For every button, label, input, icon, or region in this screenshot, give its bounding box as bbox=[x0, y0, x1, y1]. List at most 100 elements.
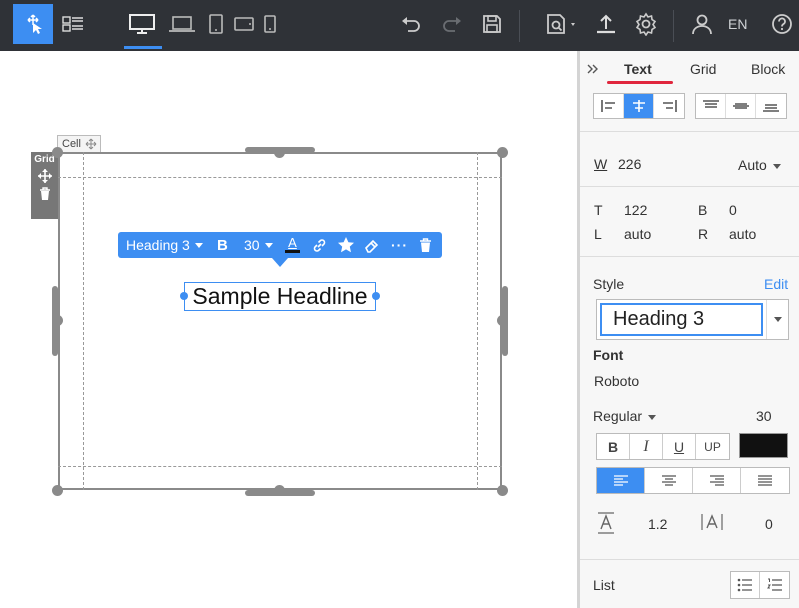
grid-toolbox: Grid bbox=[31, 152, 58, 219]
section-divider bbox=[580, 186, 799, 187]
row-guide bbox=[58, 177, 502, 178]
headline-text-element[interactable]: Sample Headline bbox=[184, 282, 376, 311]
grid-move-button[interactable] bbox=[31, 168, 58, 184]
resize-bar-left[interactable] bbox=[52, 286, 58, 356]
width-input[interactable]: 226 bbox=[618, 156, 641, 172]
text-resize-handle[interactable] bbox=[372, 292, 380, 300]
properties-panel: Text Grid Block W 226 Auto T 122 B 0 L a… bbox=[577, 51, 799, 608]
font-color-button[interactable]: A bbox=[285, 232, 300, 258]
undo-icon bbox=[402, 17, 420, 32]
edit-style-link[interactable]: Edit bbox=[764, 276, 788, 292]
align-bottom-button[interactable] bbox=[756, 94, 786, 118]
width-unit-label: Auto bbox=[738, 157, 767, 173]
tab-grid[interactable]: Grid bbox=[690, 61, 716, 77]
line-height-input[interactable]: 1.2 bbox=[648, 516, 667, 532]
text-align-right-button[interactable] bbox=[693, 468, 741, 493]
collapse-panel-button[interactable] bbox=[586, 62, 600, 80]
left-input[interactable]: auto bbox=[624, 226, 651, 242]
font-weight-dropdown[interactable]: Regular bbox=[593, 408, 657, 424]
redo-icon bbox=[443, 17, 461, 32]
move-icon[interactable] bbox=[85, 138, 97, 150]
text-align-left-button[interactable] bbox=[597, 468, 645, 493]
bullet-list-button[interactable] bbox=[731, 572, 760, 598]
align-center-button[interactable] bbox=[624, 94, 654, 118]
right-input[interactable]: auto bbox=[729, 226, 756, 242]
text-format-toolbar: Heading 3 B 30 A ··· bbox=[118, 232, 442, 258]
align-middle-button[interactable] bbox=[726, 94, 756, 118]
save-button[interactable] bbox=[472, 4, 512, 44]
width-unit-dropdown[interactable]: Auto bbox=[738, 157, 781, 173]
help-button[interactable] bbox=[762, 4, 799, 44]
grid-delete-button[interactable] bbox=[31, 187, 58, 201]
bottom-input[interactable]: 0 bbox=[729, 202, 737, 218]
text-color-swatch[interactable] bbox=[739, 433, 788, 458]
link-button[interactable] bbox=[311, 232, 328, 258]
text-align-center-button[interactable] bbox=[645, 468, 693, 493]
resize-handle[interactable] bbox=[497, 147, 508, 158]
align-top-button[interactable] bbox=[696, 94, 726, 118]
phone-view-button[interactable] bbox=[250, 4, 290, 44]
text-justify-icon bbox=[758, 474, 772, 486]
trash-icon bbox=[420, 237, 431, 252]
top-toolbar: EN bbox=[0, 0, 799, 51]
align-right-button[interactable] bbox=[654, 94, 684, 118]
text-resize-handle[interactable] bbox=[180, 292, 188, 300]
style-select[interactable]: Heading 3 bbox=[596, 299, 789, 340]
grid-frame[interactable] bbox=[58, 152, 502, 490]
star-icon bbox=[338, 237, 354, 253]
laptop-icon bbox=[169, 16, 195, 32]
resize-bar-top[interactable] bbox=[245, 147, 315, 153]
desktop-view-button[interactable] bbox=[122, 4, 162, 44]
settings-button[interactable] bbox=[626, 4, 666, 44]
text-align-left-icon bbox=[613, 474, 628, 486]
underline-toggle[interactable]: U bbox=[663, 434, 696, 459]
publish-button[interactable] bbox=[586, 4, 626, 44]
chevron-down-icon bbox=[194, 242, 203, 248]
style-dropdown[interactable]: Heading 3 bbox=[126, 232, 203, 258]
redo-button[interactable] bbox=[432, 4, 472, 44]
resize-handle[interactable] bbox=[52, 485, 63, 496]
clear-format-button[interactable] bbox=[363, 232, 381, 258]
user-icon bbox=[692, 14, 712, 35]
line-height-icon bbox=[596, 512, 616, 539]
font-size-input[interactable]: 30 bbox=[756, 408, 772, 424]
layers-button[interactable] bbox=[53, 4, 93, 44]
language-selector[interactable]: EN bbox=[728, 16, 747, 32]
text-justify-button[interactable] bbox=[741, 468, 789, 493]
phone-icon bbox=[264, 15, 276, 33]
delete-button[interactable] bbox=[419, 232, 432, 258]
account-button[interactable] bbox=[682, 4, 722, 44]
top-input[interactable]: 122 bbox=[624, 202, 647, 218]
tablet-icon bbox=[209, 14, 223, 34]
text-align-right-icon bbox=[709, 474, 724, 486]
tab-block[interactable]: Block bbox=[751, 61, 785, 77]
uppercase-toggle[interactable]: UP bbox=[696, 434, 729, 459]
font-size-dropdown[interactable]: 30 bbox=[244, 232, 273, 258]
bold-button[interactable]: B bbox=[217, 232, 228, 258]
italic-toggle[interactable]: I bbox=[630, 434, 663, 459]
favorite-button[interactable] bbox=[337, 232, 355, 258]
select-tool-button[interactable] bbox=[13, 4, 53, 44]
align-left-button[interactable] bbox=[594, 94, 624, 118]
chevron-down-icon bbox=[772, 163, 781, 169]
tab-text[interactable]: Text bbox=[624, 61, 652, 77]
resize-handle[interactable] bbox=[497, 485, 508, 496]
font-family-select[interactable]: Roboto bbox=[594, 373, 639, 389]
numbered-list-button[interactable] bbox=[760, 572, 789, 598]
undo-button[interactable] bbox=[391, 4, 431, 44]
align-center-icon bbox=[632, 100, 645, 112]
chevron-down-icon bbox=[264, 242, 273, 248]
more-button[interactable]: ··· bbox=[391, 232, 408, 258]
column-guide bbox=[477, 152, 478, 490]
resize-bar-bottom[interactable] bbox=[245, 490, 315, 496]
letter-spacing-input[interactable]: 0 bbox=[765, 516, 773, 532]
text-align-center-icon bbox=[661, 474, 676, 486]
resize-handle[interactable] bbox=[52, 147, 63, 158]
bold-toggle[interactable]: B bbox=[597, 434, 630, 459]
cell-tag[interactable]: Cell bbox=[57, 135, 101, 152]
section-divider bbox=[580, 131, 799, 132]
top-label: T bbox=[594, 202, 603, 218]
resize-bar-right[interactable] bbox=[502, 286, 508, 356]
preview-button[interactable] bbox=[542, 4, 582, 44]
font-color-glyph: A bbox=[288, 235, 297, 250]
